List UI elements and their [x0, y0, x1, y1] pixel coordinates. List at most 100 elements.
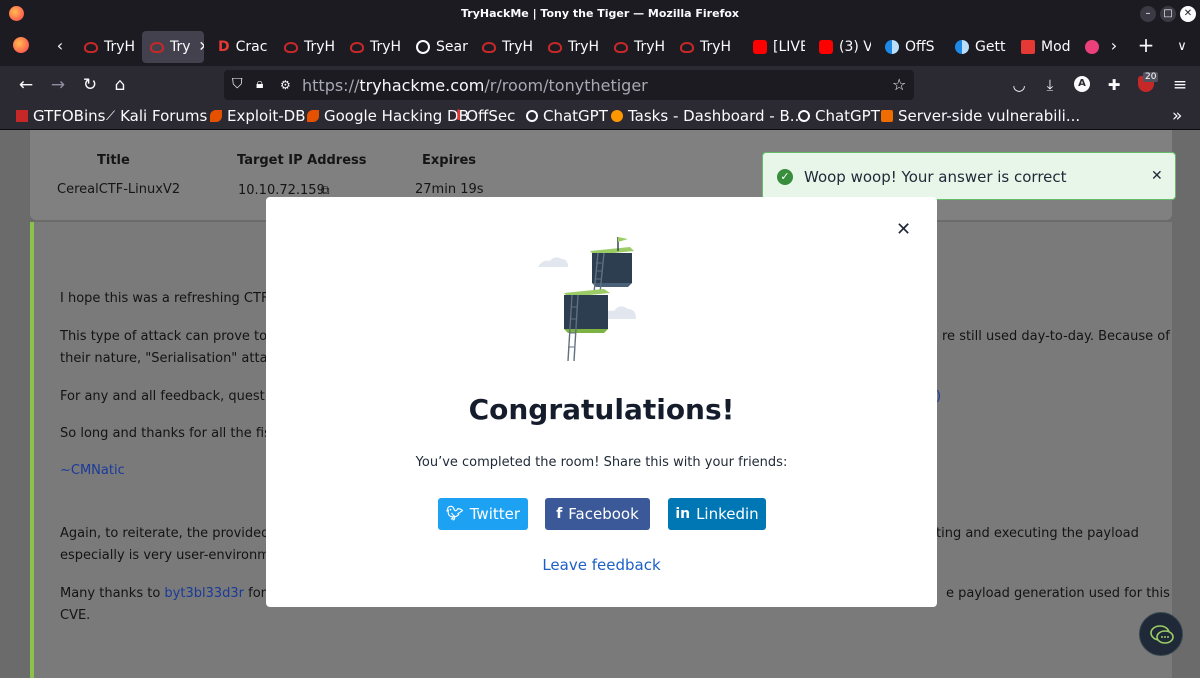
- home-button[interactable]: ⌂: [108, 73, 132, 97]
- bookmark-item[interactable]: ChatGPT: [798, 107, 880, 125]
- tab-item[interactable]: TryH: [342, 31, 402, 63]
- lock-icon[interactable]: 🔒︎: [256, 76, 263, 92]
- tab-item[interactable]: Gett: [947, 31, 1007, 63]
- address-bar[interactable]: ⛉ 🔒︎ ⚙ https://tryhackme.com/r/room/tony…: [224, 70, 914, 100]
- modal-close-icon[interactable]: ✕: [896, 219, 911, 240]
- back-button[interactable]: ←: [14, 73, 38, 97]
- url-text[interactable]: https://tryhackme.com/r/room/tonythetige…: [302, 76, 648, 95]
- leave-feedback-link[interactable]: Leave feedback: [266, 556, 937, 574]
- bookmark-star-icon[interactable]: ☆: [892, 75, 906, 94]
- paragraph: especially is very user-environment: [60, 548, 292, 563]
- paragraph: Many thanks to byt3bl33d3r for pro: [60, 586, 291, 601]
- floating-boxes-illustration: [538, 237, 636, 362]
- offsec-icon: [955, 40, 969, 54]
- toast-close-icon[interactable]: ✕: [1151, 168, 1163, 184]
- tab-item[interactable]: (3) V: [811, 31, 871, 63]
- tab-item[interactable]: TryH: [474, 31, 534, 63]
- downloads-icon[interactable]: ⤓: [1038, 73, 1062, 97]
- chat-support-button[interactable]: [1139, 612, 1183, 656]
- p-icon: [1085, 40, 1099, 54]
- title-header: Title: [97, 153, 130, 168]
- modal-subtext: You’ve completed the room! Share this wi…: [415, 455, 788, 470]
- tab-item[interactable]: TryH: [540, 31, 600, 63]
- author-link[interactable]: ~CMNatic: [60, 460, 125, 482]
- paragraph: e payload generation used for this: [946, 586, 1170, 601]
- paragraph: So long and thanks for all the fish!: [60, 426, 285, 441]
- window-title: TryHackMe | Tony the Tiger — Mozilla Fir…: [460, 7, 740, 20]
- scroll-tabs-left-button[interactable]: ‹: [50, 36, 70, 55]
- bookmarks-toolbar: GTFOBins ⟋ Kali Forums Exploit-DB Google …: [0, 104, 1200, 130]
- paragraph: For any and all feedback, questions: [60, 389, 292, 404]
- tryhackme-icon: [482, 41, 496, 53]
- navigation-bar: ← → ↻ ⌂ ⛉ 🔒︎ ⚙ https://tryhackme.com/r/r…: [0, 66, 1200, 104]
- tryhackme-icon: [284, 41, 298, 53]
- more-bookmarks-chevron-icon[interactable]: »: [1172, 106, 1182, 126]
- firefox-view-button[interactable]: [11, 37, 31, 57]
- copy-icon[interactable]: ⧉: [321, 183, 330, 198]
- maximize-button[interactable]: □: [1160, 6, 1176, 22]
- kali-dragon-icon: ⟋: [106, 108, 116, 124]
- offsec-icon: [885, 40, 899, 54]
- room-title: CerealCTF-LinuxV2: [57, 182, 181, 197]
- portswigger-icon: [881, 110, 893, 122]
- bookmark-item[interactable]: Ⅰ OffSec: [456, 107, 515, 125]
- shield-icon[interactable]: ⛉: [232, 76, 243, 92]
- bookmark-item[interactable]: ChatGPT: [526, 107, 608, 125]
- byt3bl33d3r-link[interactable]: byt3bl33d3r: [164, 586, 244, 601]
- expires-timer: 27min 19s: [415, 182, 484, 197]
- tab-item[interactable]: TryH: [606, 31, 666, 63]
- window-titlebar: TryHackMe | Tony the Tiger — Mozilla Fir…: [0, 0, 1200, 28]
- openai-icon: [416, 40, 430, 54]
- b-logo-icon: [611, 110, 623, 122]
- paragraph: This type of attack can prove to be e: [60, 329, 300, 344]
- tab-item[interactable]: Sear: [408, 31, 468, 63]
- modal-heading: Congratulations!: [468, 393, 735, 426]
- paragraph: I hope this was a refreshing CTF, wh: [60, 291, 296, 306]
- minimize-button[interactable]: –: [1140, 6, 1156, 22]
- extensions-puzzle-icon[interactable]: ✚: [1102, 73, 1126, 97]
- bookmark-item[interactable]: GTFOBins: [16, 107, 105, 125]
- tab-item-active[interactable]: Try✕: [142, 31, 204, 63]
- offsec-logo-icon: Ⅰ: [456, 108, 462, 124]
- youtube-icon: [753, 40, 767, 54]
- share-twitter-button[interactable]: 🐦︎ Twitter: [438, 498, 528, 530]
- account-badge[interactable]: A: [1074, 76, 1090, 92]
- bookmark-item[interactable]: Tasks - Dashboard - B...: [611, 107, 804, 125]
- menu-hamburger-icon[interactable]: ≡: [1168, 73, 1192, 97]
- bookmark-item[interactable]: Google Hacking DB: [307, 107, 469, 125]
- permissions-icon[interactable]: ⚙: [280, 78, 291, 92]
- tryhackme-icon: [680, 41, 694, 53]
- pocket-icon[interactable]: ◡: [1007, 73, 1031, 97]
- tab-item[interactable]: [1081, 31, 1105, 63]
- forward-button[interactable]: →: [46, 73, 70, 97]
- window-close-button[interactable]: ✕: [1180, 6, 1196, 22]
- tryhackme-icon: [150, 41, 164, 53]
- tab-item[interactable]: [LIVE: [745, 31, 805, 63]
- close-tab-icon[interactable]: ✕: [199, 39, 204, 55]
- tab-item[interactable]: Mod: [1013, 31, 1073, 63]
- bookmark-item[interactable]: ⟋ Kali Forums: [106, 107, 207, 125]
- scroll-tabs-right-button[interactable]: ›: [1104, 36, 1124, 55]
- paragraph: CVE.: [60, 608, 91, 623]
- tryhackme-icon: [350, 41, 364, 53]
- share-facebook-button[interactable]: f Facebook: [545, 498, 650, 530]
- paragraph: re still used day-to-day. Because of: [942, 329, 1170, 344]
- new-tab-button[interactable]: +: [1136, 33, 1156, 57]
- tab-item[interactable]: TryH: [672, 31, 732, 63]
- tab-item[interactable]: TryH: [276, 31, 336, 63]
- bookmark-item[interactable]: Server-side vulnerabili...: [881, 107, 1080, 125]
- ublock-count-badge: 20: [1143, 72, 1159, 82]
- paragraph: their nature, "Serialisation" attacks: [60, 351, 289, 366]
- tab-item[interactable]: TryH: [76, 31, 136, 63]
- reload-button[interactable]: ↻: [78, 73, 102, 97]
- tryhackme-icon: [84, 41, 98, 53]
- ip-header: Target IP Address: [237, 153, 367, 168]
- youtube-icon: [819, 40, 833, 54]
- tab-item[interactable]: D Crac: [210, 31, 270, 63]
- bookmark-item[interactable]: Exploit-DB: [210, 107, 306, 125]
- exploit-db-icon: [307, 110, 319, 122]
- tab-item[interactable]: OffS: [877, 31, 937, 63]
- share-linkedin-button[interactable]: in Linkedin: [668, 498, 766, 530]
- twitter-bird-icon: 🐦︎: [445, 506, 464, 522]
- list-all-tabs-button[interactable]: ∨: [1172, 39, 1192, 54]
